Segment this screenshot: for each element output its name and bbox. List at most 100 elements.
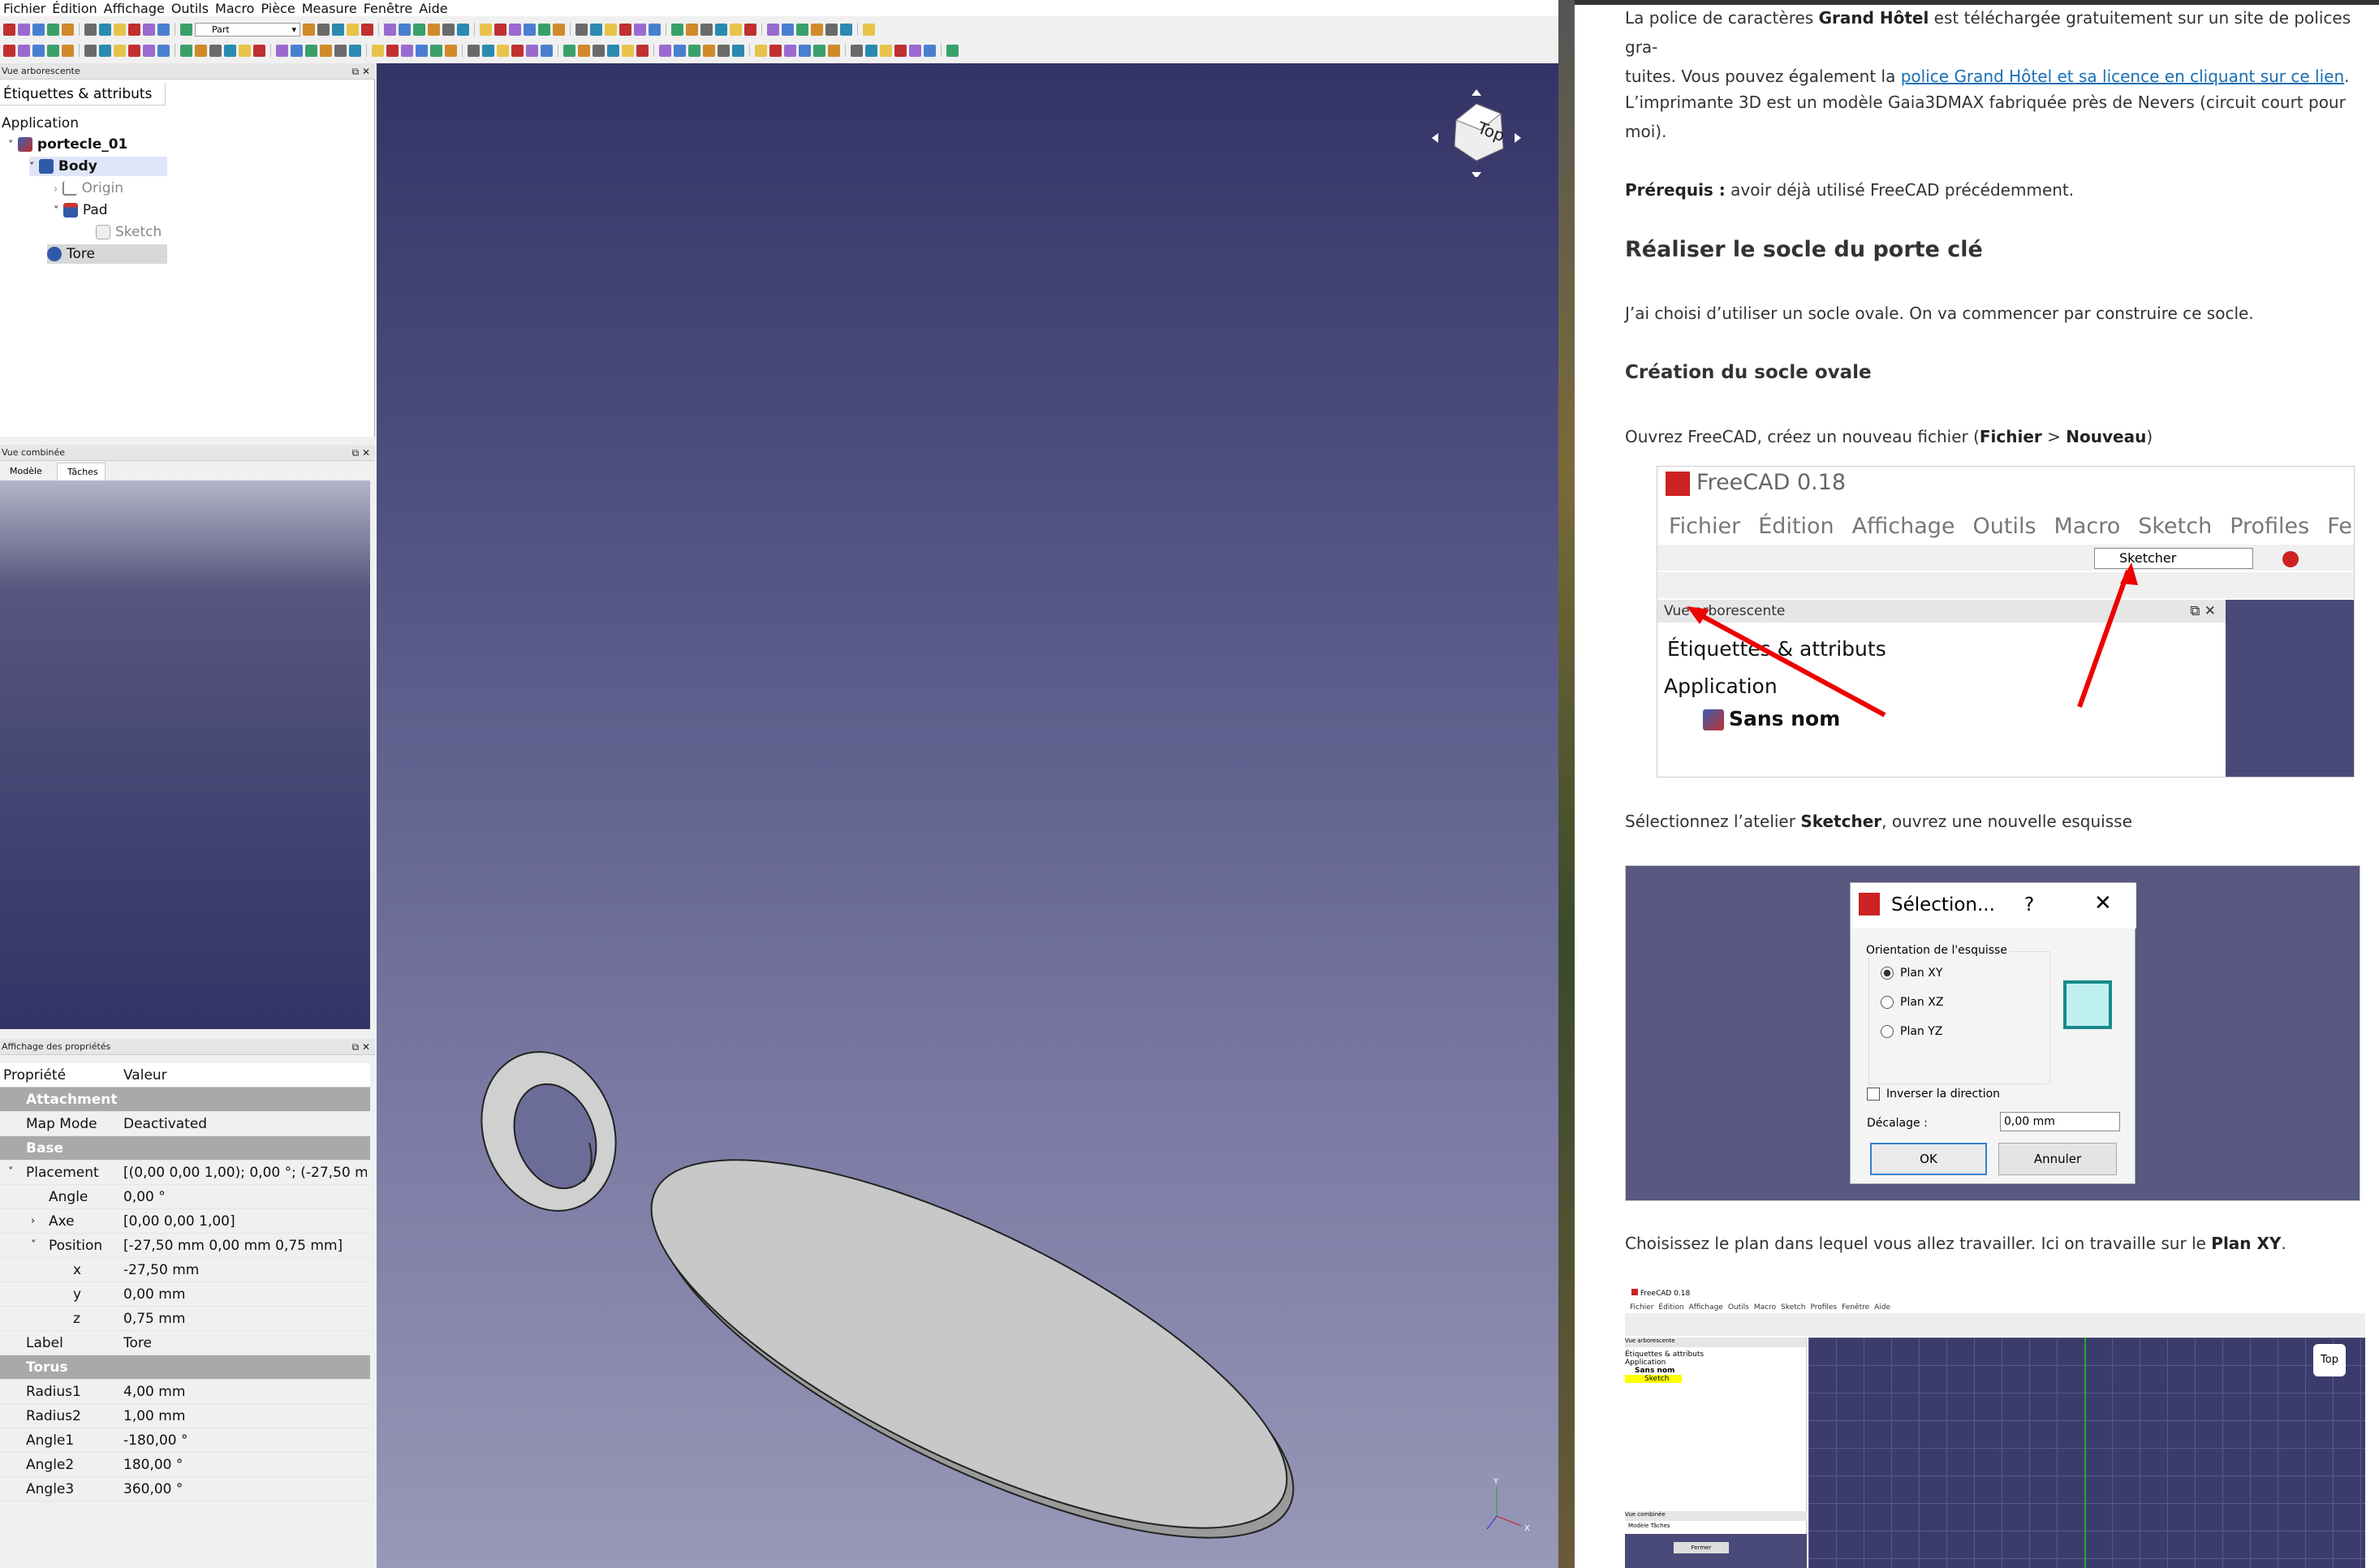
toolbar-button-icon[interactable]	[700, 23, 713, 36]
property-value[interactable]: [0,00 0,00 1,00]	[123, 1209, 367, 1234]
chevron-down-icon[interactable]: ˅	[8, 140, 14, 152]
toolbar-button-icon[interactable]	[769, 44, 782, 57]
toolbar-button-icon[interactable]	[253, 44, 265, 57]
chevron-down-icon[interactable]: ˅	[29, 162, 35, 174]
property-row[interactable]: Angle2 180,00 °	[0, 1453, 370, 1477]
toolbar-button-icon[interactable]	[718, 44, 730, 57]
property-value[interactable]: Deactivated	[123, 1112, 367, 1136]
toolbar-button-icon[interactable]	[784, 44, 796, 57]
toolbar-button-icon[interactable]	[157, 44, 170, 57]
property-row[interactable]: Radius1 4,00 mm	[0, 1380, 370, 1404]
chevron-down-icon[interactable]: ˅	[54, 205, 59, 218]
toolbar-button-icon[interactable]	[894, 44, 907, 57]
toolbar-button-icon[interactable]	[924, 44, 936, 57]
toolbar-button-icon[interactable]	[3, 23, 15, 36]
toolbar-button-icon[interactable]	[361, 23, 373, 36]
toolbar-button-icon[interactable]	[782, 23, 794, 36]
toolbar-button-icon[interactable]	[384, 23, 396, 36]
toolbar-button-icon[interactable]	[755, 44, 767, 57]
toolbar-button-icon[interactable]	[195, 44, 207, 57]
tree-item-portecle[interactable]: ˅ portecle_01	[8, 135, 127, 154]
toolbar-button-icon[interactable]	[18, 44, 30, 57]
toolbar-button-icon[interactable]	[511, 44, 524, 57]
toolbar-button-icon[interactable]	[114, 23, 126, 36]
tree-item-pad[interactable]: ˅ Pad	[54, 200, 108, 220]
toolbar-button-icon[interactable]	[47, 44, 59, 57]
toolbar-button-icon[interactable]	[688, 44, 700, 57]
toolbar-button-icon[interactable]	[468, 44, 480, 57]
toolbar-button-icon[interactable]	[399, 23, 411, 36]
toolbar-button-icon[interactable]	[732, 44, 744, 57]
property-value[interactable]: 180,00 °	[123, 1453, 367, 1477]
property-row[interactable]: y 0,00 mm	[0, 1282, 370, 1307]
toolbar-button-icon[interactable]	[863, 23, 875, 36]
toolbar-button-icon[interactable]	[305, 44, 317, 57]
toolbar-button-icon[interactable]	[224, 44, 236, 57]
toolbar-button-icon[interactable]	[526, 44, 538, 57]
toolbar-button-icon[interactable]	[457, 23, 469, 36]
toolbar-button-icon[interactable]	[480, 23, 492, 36]
panel-float-close-icons[interactable]: ⧉ ✕	[352, 63, 370, 80]
toolbar-button-icon[interactable]	[3, 44, 15, 57]
toolbar-button-icon[interactable]	[851, 44, 863, 57]
toolbar-button-icon[interactable]	[563, 44, 575, 57]
toolbar-button-icon[interactable]	[494, 23, 506, 36]
toolbar-button-icon[interactable]	[575, 23, 588, 36]
property-row[interactable]: Angle3 360,00 °	[0, 1477, 370, 1501]
chevron-right-icon[interactable]: ›	[54, 183, 58, 196]
toolbar-button-icon[interactable]	[659, 44, 671, 57]
toolbar-button-icon[interactable]	[880, 44, 892, 57]
property-value[interactable]: 0,00 °	[123, 1185, 367, 1209]
property-row[interactable]: Label Tore	[0, 1331, 370, 1355]
toolbar-button-icon[interactable]	[84, 23, 97, 36]
toolbar-button-icon[interactable]	[32, 44, 45, 57]
toolbar-button-icon[interactable]	[840, 23, 852, 36]
toolbar-button-icon[interactable]	[796, 23, 808, 36]
toolbar-button-icon[interactable]	[590, 23, 602, 36]
toolbar-button-icon[interactable]	[865, 44, 877, 57]
toolbar-button-icon[interactable]	[634, 23, 646, 36]
toolbar-button-icon[interactable]	[715, 23, 727, 36]
toolbar-button-icon[interactable]	[47, 23, 59, 36]
toolbar-button-icon[interactable]	[317, 23, 330, 36]
toolbar-button-icon[interactable]	[811, 23, 823, 36]
toolbar-button-icon[interactable]	[636, 44, 649, 57]
toolbar-button-icon[interactable]	[99, 23, 111, 36]
toolbar-button-icon[interactable]	[291, 44, 303, 57]
toolbar-button-icon[interactable]	[622, 44, 634, 57]
tree-item-sketch[interactable]: Sketch	[96, 222, 162, 242]
toolbar-button-icon[interactable]	[497, 44, 509, 57]
toolbar-button-icon[interactable]	[99, 44, 111, 57]
toolbar-button-icon[interactable]	[128, 23, 140, 36]
expand-icon[interactable]: ˅	[8, 1161, 14, 1185]
property-value[interactable]: 0,75 mm	[123, 1307, 367, 1331]
font-license-link[interactable]: police Grand Hôtel et sa licence en cliq…	[1901, 67, 2344, 86]
toolbar-button-icon[interactable]	[416, 44, 428, 57]
toolbar-button-icon[interactable]	[619, 23, 631, 36]
toolbar-button-icon[interactable]	[649, 23, 661, 36]
toolbar-button-icon[interactable]	[62, 23, 74, 36]
property-row[interactable]: Angle 0,00 °	[0, 1185, 370, 1209]
toolbar-button-icon[interactable]	[303, 23, 315, 36]
workbench-select[interactable]: Part	[195, 22, 300, 37]
property-value[interactable]: Tore	[123, 1331, 367, 1355]
toolbar-button-icon[interactable]	[593, 44, 605, 57]
toolbar-button-icon[interactable]	[180, 44, 192, 57]
toolbar-button-icon[interactable]	[430, 44, 442, 57]
menu-item[interactable]: Édition	[49, 1, 100, 16]
toolbar-button-icon[interactable]	[946, 44, 959, 57]
toolbar-button-icon[interactable]	[62, 44, 74, 57]
toolbar-button-icon[interactable]	[538, 23, 550, 36]
toolbar-button-icon[interactable]	[730, 23, 742, 36]
panel-float-close-icons[interactable]: ⧉ ✕	[352, 445, 370, 461]
toolbar-button-icon[interactable]	[607, 44, 619, 57]
toolbar-button-icon[interactable]	[509, 23, 521, 36]
menu-item[interactable]: Fenêtre	[360, 1, 416, 16]
toolbar-button-icon[interactable]	[767, 23, 779, 36]
toolbar-button-icon[interactable]	[482, 44, 494, 57]
toolbar-button-icon[interactable]	[84, 44, 97, 57]
property-row[interactable]: ˅ Position [-27,50 mm 0,00 mm 0,75 mm]	[0, 1234, 370, 1258]
toolbar-button-icon[interactable]	[825, 23, 838, 36]
toolbar-button-icon[interactable]	[372, 44, 384, 57]
toolbar-button-icon[interactable]	[401, 44, 413, 57]
